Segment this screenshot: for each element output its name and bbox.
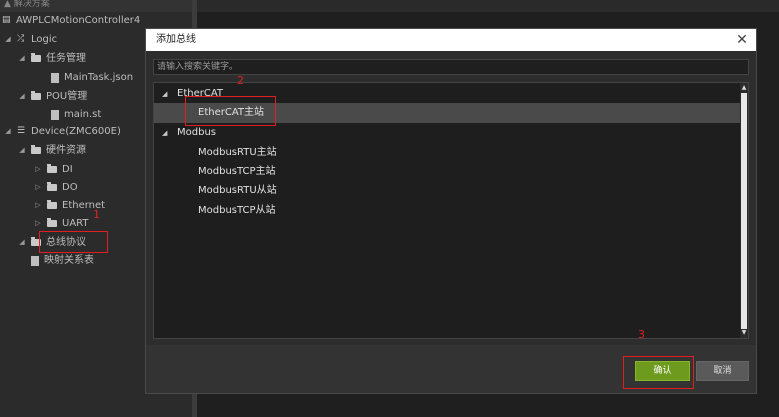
scrollbar-thumb[interactable] [741,93,747,329]
tree-item-device[interactable]: ◢ ☰ Device(ZMC600E) [3,122,121,141]
tree-item-label: 任务管理 [46,53,86,64]
editor-tab-strip [197,0,779,12]
annotation-number-3: 3 [638,328,645,341]
logic-icon: ⤮ [17,34,25,44]
expand-arrow-icon[interactable]: ▷ [33,196,43,215]
close-icon[interactable]: ✕ [734,31,750,49]
folder-icon [47,200,57,209]
list-item-label: ModbusTCP从站 [198,205,276,216]
tree-item-label: Logic [31,34,58,45]
tree-item-do[interactable]: ▷ DO [33,178,78,197]
file-icon [51,72,59,83]
list-item-modbusrtu-slave[interactable]: ModbusRTU从站 [154,181,740,201]
annotation-box-1 [39,231,108,253]
list-scrollbar[interactable]: ▲ ▼ [740,83,748,338]
tree-item-di[interactable]: ▷ DI [33,160,73,179]
list-item-label: ModbusTCP主站 [198,166,276,177]
list-item-modbusrtu-master[interactable]: ModbusRTU主站 [154,143,740,163]
tree-item-task-manager[interactable]: ◢ 任务管理 [17,49,86,68]
tree-item-maintask[interactable]: MainTask.json [51,68,133,87]
solution-icon: ▤ [2,15,11,25]
tree-item-logic[interactable]: ◢ ⤮ Logic [3,30,57,49]
cancel-button[interactable]: 取消 [696,361,749,381]
collapse-arrow-icon[interactable]: ◢ [3,122,13,141]
collapse-arrow-icon[interactable]: ◢ [17,49,27,68]
collapse-arrow-icon[interactable]: ◢ [17,233,27,252]
annotation-number-1: 1 [93,208,100,221]
list-item-label: Modbus [177,127,216,138]
expand-arrow-icon[interactable]: ▷ [33,160,43,179]
folder-icon [31,145,41,154]
tree-item-label: AWPLCMotionController4 [16,15,141,26]
collapse-arrow-icon[interactable]: ◢ [162,84,167,104]
folder-icon [31,53,41,62]
list-group-modbus[interactable]: ◢ Modbus [154,123,740,143]
table-file-icon [31,255,39,266]
folder-icon [47,182,57,191]
list-item-label: ModbusRTU从站 [198,185,277,196]
tree-item-label: MainTask.json [64,72,134,83]
collapse-arrow-icon[interactable]: ◢ [162,123,167,143]
file-icon [51,109,59,120]
collapse-arrow-icon[interactable]: ◢ [17,87,27,106]
list-item-label: ModbusRTU主站 [198,147,277,158]
expand-arrow-icon[interactable]: ▷ [33,178,43,197]
scroll-up-arrow-icon[interactable]: ▲ [741,85,747,91]
tree-item-label: Device(ZMC600E) [31,126,121,137]
annotation-number-2: 2 [237,74,244,87]
folder-icon [47,218,57,227]
tree-item-label: POU管理 [46,91,88,102]
collapse-arrow-icon[interactable]: ◢ [17,141,27,160]
list-item-modbustcp-slave[interactable]: ModbusTCP从站 [154,201,740,221]
scroll-down-arrow-icon[interactable]: ▼ [741,330,747,336]
dialog-title: 添加总线 [156,34,196,45]
dialog-titlebar: 添加总线 ✕ [146,29,756,51]
tree-item-hardware[interactable]: ◢ 硬件资源 [17,141,86,160]
annotation-box-2 [185,96,276,126]
tree-item-mapping-table[interactable]: 映射关系表 [31,251,94,270]
list-item-modbustcp-master[interactable]: ModbusTCP主站 [154,162,740,182]
tree-item-solution[interactable]: ▤ AWPLCMotionController4 [2,11,140,30]
tree-item-label: 硬件资源 [46,145,86,156]
device-icon: ☰ [17,126,26,136]
search-input[interactable] [153,59,749,75]
tree-item-pou-manager[interactable]: ◢ POU管理 [17,87,87,106]
folder-icon [31,91,41,100]
annotation-box-3 [623,356,694,389]
folder-icon [47,164,57,173]
tree-item-label: DI [62,164,73,175]
tree-item-label: DO [62,182,78,193]
collapse-arrow-icon[interactable]: ◢ [3,30,13,49]
tree-item-label: 映射关系表 [44,255,94,266]
